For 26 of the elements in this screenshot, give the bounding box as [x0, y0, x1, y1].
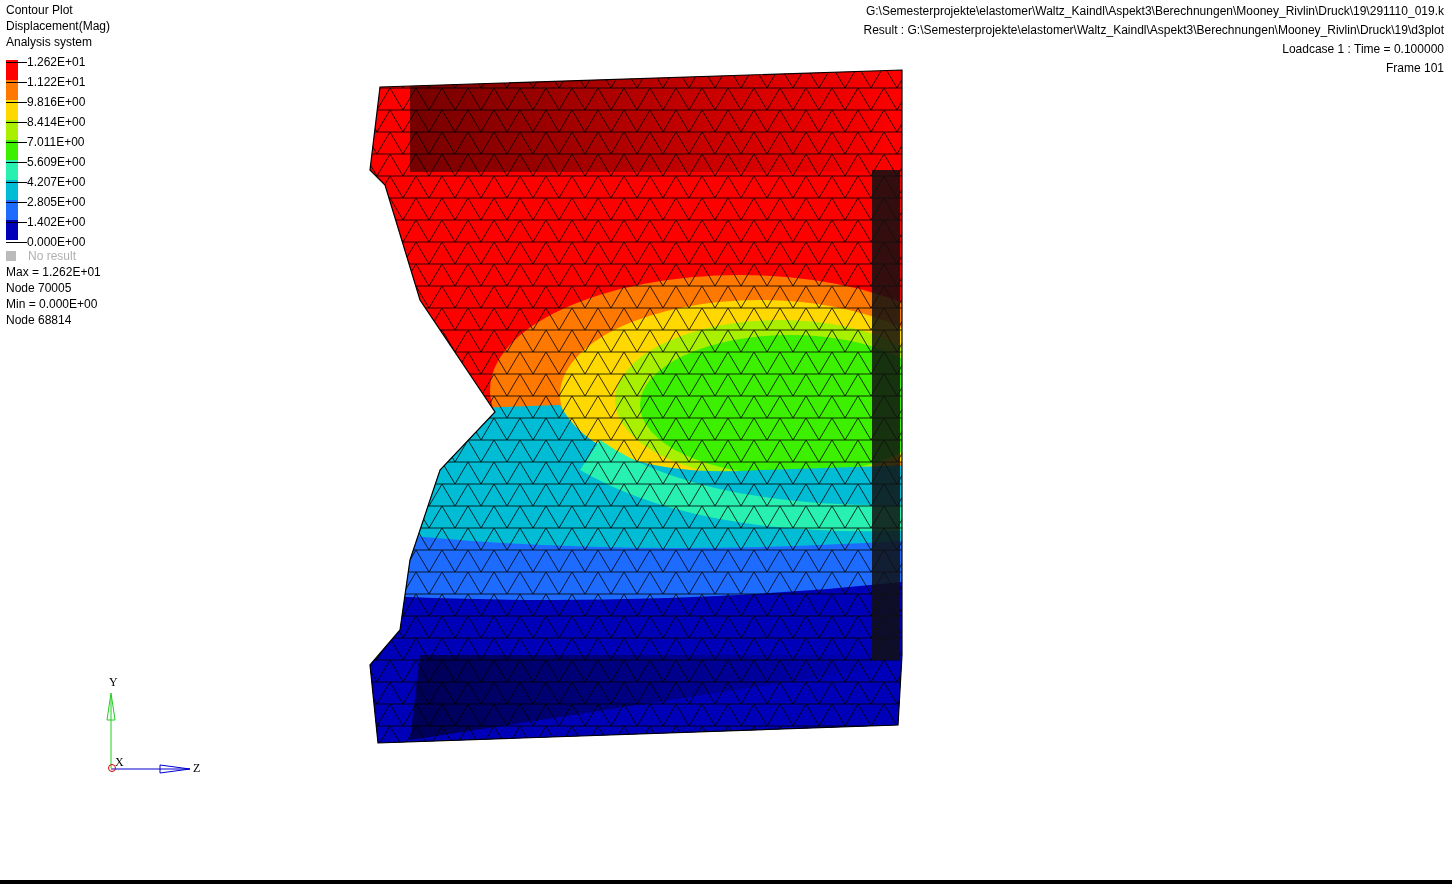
legend-value: 1.402E+00 [27, 214, 86, 230]
legend-value: 8.414E+00 [27, 114, 86, 130]
model-info: Result : G:\Semesterprojekte\elastomer\Waltz_Kaindl\Aspekt3\Berechnungen\Mooney_Rivlin\Druck\19\d3plot [863, 22, 1444, 39]
legend-value: 1.262E+01 [27, 54, 86, 70]
legend-title: Contour Plot [6, 2, 74, 18]
legend-value: 4.207E+00 [27, 174, 86, 190]
legend-title: Analysis system [6, 34, 94, 50]
legend-value: 1.122E+01 [27, 74, 86, 90]
legend-value: 2.805E+00 [27, 194, 86, 210]
legend-value: 9.816E+00 [27, 94, 86, 110]
legend-value: 0.000E+00 [27, 234, 86, 250]
z-axis-label: Z [193, 761, 201, 775]
model-info: Frame 101 [1384, 60, 1444, 77]
result-stat: Max = 1.262E+01 [6, 264, 102, 280]
result-stat: Min = 0.000E+00 [6, 296, 99, 312]
x-axis-label: X [115, 755, 124, 769]
result-stat: Node 70005 [6, 280, 73, 296]
legend-title: Displacement(Mag) [6, 18, 111, 34]
legend-value: 7.011E+00 [27, 134, 85, 150]
y-axis-label: Y [109, 675, 118, 689]
no-result-swatch [6, 251, 16, 261]
result-stat: Node 68814 [6, 312, 73, 328]
model-info: Loadcase 1 : Time = 0.100000 [1281, 41, 1444, 58]
model-info: G:\Semesterprojekte\elastomer\Waltz_Kaindl\Aspekt3\Berechnungen\Mooney_Rivlin\Druck\19\291110_019.k [864, 3, 1444, 20]
no-result-label: No result [28, 249, 77, 263]
legend-value: 5.609E+00 [27, 154, 86, 170]
